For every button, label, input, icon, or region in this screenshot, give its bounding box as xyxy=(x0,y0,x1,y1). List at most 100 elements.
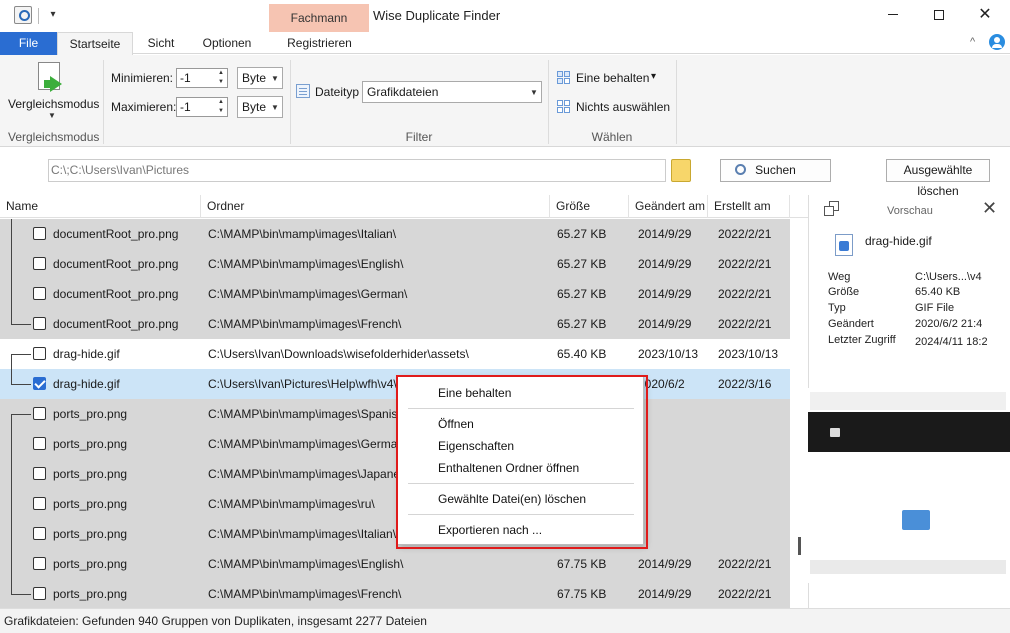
row-checkbox[interactable] xyxy=(33,467,46,480)
min-unit-value: Byte xyxy=(242,71,267,85)
table-row[interactable]: documentRoot_pro.png C:\MAMP\bin\mamp\ima… xyxy=(0,249,790,279)
spin-up-icon[interactable]: ▲ xyxy=(216,98,226,107)
table-row[interactable]: ports_pro.png C:\MAMP\bin\mamp\images\Ita… xyxy=(0,519,790,549)
row-checkbox[interactable] xyxy=(33,257,46,270)
row-checkbox[interactable] xyxy=(33,587,46,600)
title-bar xyxy=(0,0,1010,32)
quick-access-separator xyxy=(38,8,39,24)
row-modified: 2014/9/29 xyxy=(638,587,692,601)
app-icon[interactable] xyxy=(14,6,32,24)
search-button-label: Suchen xyxy=(755,163,796,177)
column-header-folder[interactable]: Ordner xyxy=(201,195,550,218)
tab-sicht[interactable]: Sicht xyxy=(133,32,189,55)
ribbon-separator xyxy=(676,60,677,144)
row-size: 65.27 KB xyxy=(557,317,607,331)
row-modified: 2014/9/29 xyxy=(638,257,692,271)
row-name: ports_pro.png xyxy=(53,467,128,481)
column-header-created[interactable]: Erstellt am xyxy=(708,195,790,218)
filetype-label: Dateityp xyxy=(315,85,360,99)
tab-file[interactable]: File xyxy=(0,32,57,55)
table-row[interactable]: drag-hide.gif C:\Users\Ivan\Pictures\Help… xyxy=(0,369,790,399)
table-row[interactable]: ports_pro.png C:\MAMP\bin\mamp\images\Spa… xyxy=(0,399,790,429)
preview-prop-value: GIF File xyxy=(915,302,955,314)
scrollbar-thumb[interactable] xyxy=(798,537,801,555)
row-checkbox[interactable] xyxy=(33,377,46,390)
table-row[interactable]: ports_pro.png C:\MAMP\bin\mamp\images\Fre… xyxy=(0,579,790,609)
minimize-icon xyxy=(888,14,898,16)
keep-one-dropdown-icon[interactable]: ▾ xyxy=(651,71,656,82)
preview-title: Vorschau xyxy=(887,205,933,217)
row-checkbox[interactable] xyxy=(33,317,46,330)
min-unit-dropdown-icon[interactable]: ▼ xyxy=(271,74,279,83)
maximize-button[interactable] xyxy=(916,0,962,30)
table-row[interactable]: ports_pro.png C:\MAMP\bin\mamp\images\Ger… xyxy=(0,429,790,459)
search-button[interactable]: Suchen xyxy=(720,159,831,182)
close-button[interactable]: ✕ xyxy=(962,0,1008,30)
select-none-button[interactable]: Nichts auswählen xyxy=(576,100,670,114)
spin-up-icon[interactable]: ▲ xyxy=(216,69,226,78)
compare-mode-dropdown-icon[interactable]: ▼ xyxy=(48,111,56,120)
row-checkbox[interactable] xyxy=(33,407,46,420)
browse-folder-icon[interactable] xyxy=(671,159,691,182)
row-checkbox[interactable] xyxy=(33,557,46,570)
row-modified: 2014/9/29 xyxy=(638,557,692,571)
preview-image-header xyxy=(810,392,1006,410)
row-checkbox[interactable] xyxy=(33,347,46,360)
preview-prop-key: Größe xyxy=(828,286,860,298)
keep-one-button[interactable]: Eine behalten xyxy=(576,71,649,85)
max-unit-dropdown-icon[interactable]: ▼ xyxy=(271,103,279,112)
preview-close-icon[interactable]: ✕ xyxy=(982,198,997,219)
filetype-select[interactable]: Grafikdateien xyxy=(362,81,542,103)
delete-selected-button[interactable]: Ausgewählte löschen xyxy=(886,159,990,198)
table-row[interactable]: ports_pro.png C:\MAMP\bin\mamp\images\ru\ xyxy=(0,489,790,519)
min-size-stepper[interactable]: ▲ ▼ xyxy=(216,69,226,87)
minimize-button[interactable] xyxy=(870,0,916,30)
row-checkbox[interactable] xyxy=(33,437,46,450)
filetype-dropdown-icon[interactable]: ▼ xyxy=(530,88,538,97)
row-folder: C:\MAMP\bin\mamp\images\Italian\ xyxy=(208,527,397,541)
tab-registrieren[interactable]: Registrieren xyxy=(270,32,369,55)
table-row[interactable]: ports_pro.png C:\MAMP\bin\mamp\images\Jap… xyxy=(0,459,790,489)
row-folder: C:\MAMP\bin\mamp\images\German\ xyxy=(208,287,408,301)
account-icon[interactable] xyxy=(989,34,1005,50)
compare-mode-arrow-icon xyxy=(50,76,62,92)
preview-image-footer xyxy=(810,560,1006,574)
row-modified: 2014/9/29 xyxy=(638,287,692,301)
row-modified: 2023/10/13 xyxy=(638,347,699,361)
quick-access-dropdown-icon[interactable]: ▾ xyxy=(46,8,60,22)
preview-prop-value: 2024/4/11 18:2 xyxy=(915,336,987,348)
table-row[interactable]: documentRoot_pro.png C:\MAMP\bin\mamp\ima… xyxy=(0,309,790,339)
table-row[interactable]: drag-hide.gif C:\Users\Ivan\Downloads\wis… xyxy=(0,339,790,369)
collapse-ribbon-icon[interactable]: ^ xyxy=(970,36,975,48)
row-modified: 2014/9/29 xyxy=(638,317,692,331)
path-input[interactable]: C:\;C:\Users\Ivan\Pictures xyxy=(48,159,666,182)
tab-optionen[interactable]: Optionen xyxy=(189,32,265,55)
row-created: 2022/2/21 xyxy=(718,227,772,241)
table-row[interactable]: documentRoot_pro.png C:\MAMP\bin\mamp\ima… xyxy=(0,279,790,309)
row-checkbox[interactable] xyxy=(33,227,46,240)
max-size-stepper[interactable]: ▲ ▼ xyxy=(216,98,226,116)
row-created: 2022/2/21 xyxy=(718,257,772,271)
row-checkbox[interactable] xyxy=(33,287,46,300)
column-header-name[interactable]: Name xyxy=(0,195,201,218)
row-created: 2022/3/16 xyxy=(718,377,772,391)
row-size: 65.27 KB xyxy=(557,227,607,241)
row-checkbox[interactable] xyxy=(33,527,46,540)
spin-down-icon[interactable]: ▼ xyxy=(216,107,226,116)
spin-down-icon[interactable]: ▼ xyxy=(216,78,226,87)
table-row[interactable]: documentRoot_pro.png C:\MAMP\bin\mamp\ima… xyxy=(0,219,790,249)
row-name: ports_pro.png xyxy=(53,497,128,511)
column-header-modified[interactable]: Geändert am xyxy=(629,195,708,218)
row-folder: C:\MAMP\bin\mamp\images\Japanese\ xyxy=(208,467,417,481)
column-header-size[interactable]: Größe xyxy=(550,195,629,218)
detach-preview-icon[interactable] xyxy=(824,201,840,217)
row-created: 2023/10/13 xyxy=(718,347,779,361)
tab-startseite[interactable]: Startseite xyxy=(57,32,133,55)
row-checkbox[interactable] xyxy=(33,497,46,510)
status-bar: Grafikdateien: Gefunden 940 Gruppen von … xyxy=(0,608,1010,633)
highlight-annotation xyxy=(396,375,648,549)
compare-mode-button[interactable]: Vergleichsmodus xyxy=(8,97,99,111)
table-row[interactable]: ports_pro.png C:\MAMP\bin\mamp\images\Eng… xyxy=(0,549,790,579)
context-tab-fachmann: Fachmann xyxy=(269,4,369,32)
row-name: ports_pro.png xyxy=(53,557,128,571)
